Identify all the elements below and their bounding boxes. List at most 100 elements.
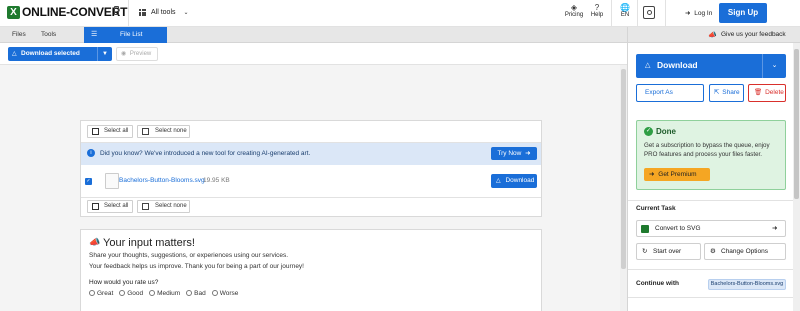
feedback-title: Your input matters! [103, 237, 195, 249]
pricing-icon: ◈ [570, 3, 578, 12]
feedback-strip[interactable]: 📣 Give us your feedback [627, 27, 800, 43]
rating-option-great[interactable]: Great [89, 290, 113, 297]
done-title: Done [656, 127, 676, 136]
language-selector[interactable]: 🌐 EN [617, 3, 633, 18]
download-icon: △ [12, 51, 17, 57]
try-now-button[interactable]: Try Now ➜ [491, 147, 537, 160]
info-banner: i Did you know? We've introduced a new t… [81, 143, 541, 165]
file-download-button[interactable]: △ Download [491, 174, 537, 188]
delete-button[interactable]: 🗑 Delete [748, 84, 786, 102]
all-tools-label: All tools [151, 9, 176, 16]
continue-with-heading: Continue with [636, 280, 679, 287]
radio-icon [119, 290, 126, 297]
main-scrollbar-thumb[interactable] [621, 69, 626, 269]
login-label: Log In [694, 10, 713, 17]
select-none-button[interactable]: Select none [137, 200, 190, 213]
get-premium-label: Get Premium [658, 171, 697, 178]
select-none-label: Select none [155, 203, 187, 209]
header-divider [637, 0, 638, 27]
file-checkbox[interactable]: ✓ [85, 178, 92, 185]
radio-icon [149, 290, 156, 297]
export-as-button[interactable]: Export As [636, 84, 704, 102]
share-button[interactable]: ⇱ Share [709, 84, 744, 102]
main-scrollbar[interactable] [620, 65, 627, 311]
globe-icon: 🌐 [620, 3, 630, 12]
radio-icon [186, 290, 193, 297]
chevron-down-icon[interactable]: ▼ [97, 47, 112, 61]
rating-option-good[interactable]: Good [119, 290, 143, 297]
eye-icon: ◉ [121, 51, 127, 57]
download-button[interactable]: △ Download ⌄ [636, 54, 786, 78]
sidebar-scrollbar[interactable] [793, 43, 800, 311]
signup-button[interactable]: Sign Up [719, 3, 767, 23]
share-icon: ⇱ [714, 89, 720, 96]
continue-file-chip[interactable]: Bachelors-Button-Blooms.svg [708, 279, 786, 290]
grid-icon[interactable] [139, 9, 146, 16]
history-icon[interactable] [643, 6, 655, 19]
start-over-button[interactable]: ↻ Start over [636, 243, 701, 260]
tab-tools[interactable]: Tools [41, 27, 56, 43]
header-divider [611, 0, 612, 27]
chevron-down-icon[interactable]: ⌄ [762, 54, 786, 78]
file-list-card: Select all Select none i Did you know? W… [80, 120, 542, 217]
tab-file-list-label: File List [120, 31, 143, 38]
divider [628, 269, 794, 270]
start-over-label: Start over [653, 248, 682, 255]
delete-label: Delete [765, 89, 784, 96]
trash-icon: 🗑 [754, 89, 763, 96]
help-link[interactable]: ? Help [588, 3, 606, 18]
select-all-label: Select all [104, 128, 129, 134]
export-as-label: Export As [645, 89, 673, 96]
change-options-label: Change Options [721, 248, 768, 255]
rating-option-medium[interactable]: Medium [149, 290, 180, 297]
current-task-heading: Current Task [636, 205, 676, 212]
file-download-label: Download [505, 177, 535, 184]
rating-question: How would you rate us? [89, 279, 159, 286]
login-link[interactable]: ➜ Log In [685, 9, 712, 17]
select-all-button[interactable]: Select all [87, 125, 133, 138]
select-none-button[interactable]: Select none [137, 125, 190, 138]
arrow-right-icon: ➜ [649, 171, 655, 178]
radio-icon [89, 290, 95, 297]
arrow-right-icon: ➜ [525, 150, 531, 157]
file-size: 19.95 KB [203, 177, 230, 184]
empty-box-icon [142, 203, 149, 210]
convert-task-button[interactable]: Convert to SVG ➜ [636, 220, 786, 237]
download-selected-button[interactable]: △ Download selected ▼ [8, 47, 112, 61]
select-all-button[interactable]: Select all [87, 200, 133, 213]
rating-option-bad[interactable]: Bad [186, 290, 206, 297]
checked-box-icon [92, 203, 99, 210]
help-icon: ? [594, 3, 600, 12]
help-label: Help [590, 12, 604, 18]
feedback-line-1: Share your thoughts, suggestions, or exp… [89, 252, 289, 259]
logo-icon[interactable]: X [7, 6, 20, 19]
rating-option-worse[interactable]: Worse [211, 290, 238, 297]
tab-files[interactable]: Files [12, 27, 26, 43]
done-status-box: ✓ Done Get a subscription to bypass the … [636, 120, 786, 190]
preview-button[interactable]: ◉ Preview [116, 47, 158, 61]
divider [628, 297, 794, 298]
file-name-link[interactable]: Bachelors-Button-Blooms.svg [119, 177, 205, 184]
divider [628, 200, 794, 201]
gear-icon: ⚙ [710, 248, 716, 255]
file-row: ✓ Bachelors-Button-Blooms.svg 19.95 KB △… [81, 165, 541, 197]
checked-box-icon [92, 128, 99, 135]
rating-options: Great Good Medium Bad Worse [89, 290, 238, 297]
megaphone-icon: 📣 [89, 237, 101, 247]
convert-task-label: Convert to SVG [655, 225, 701, 232]
preview-label: Preview [129, 51, 152, 57]
tab-file-list[interactable]: ☰ File List [84, 27, 167, 43]
logo-text[interactable]: ONLINE-CONVERT [22, 5, 127, 20]
restart-icon: ↻ [642, 248, 648, 255]
sidebar-scrollbar-thumb[interactable] [794, 49, 799, 199]
all-tools-menu[interactable]: All tools ⌄ [151, 9, 189, 16]
header-divider [128, 0, 129, 27]
login-icon: ➜ [685, 10, 691, 17]
select-none-label: Select none [155, 128, 187, 134]
change-options-button[interactable]: ⚙ Change Options [704, 243, 786, 260]
pricing-link[interactable]: ◈ Pricing [563, 3, 585, 18]
get-premium-button[interactable]: ➜ Get Premium [644, 168, 710, 181]
check-circle-icon: ✓ [644, 127, 653, 136]
try-now-label: Try Now [497, 150, 522, 157]
done-text: Get a subscription to bypass the queue, … [644, 142, 770, 158]
